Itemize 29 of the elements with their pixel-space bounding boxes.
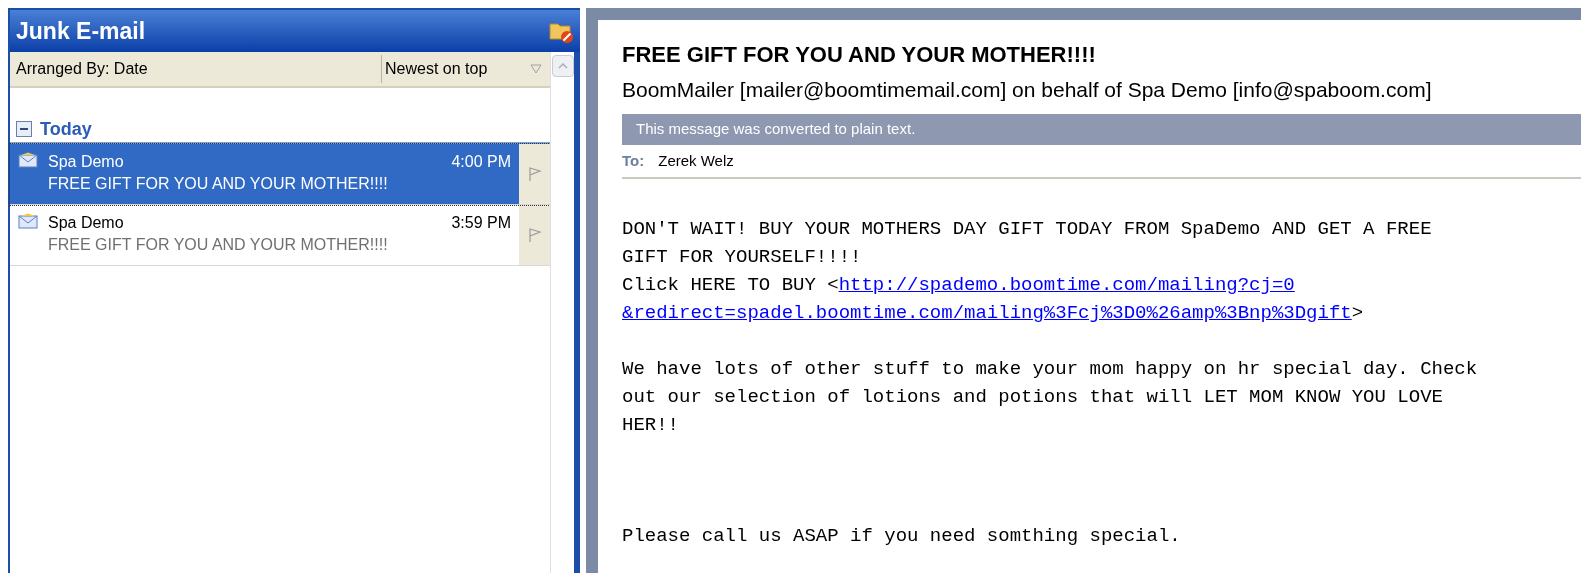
scroll-up-button[interactable] [551,55,574,77]
received-time: 3:59 PM [451,213,511,233]
flag-icon[interactable] [526,166,543,182]
subject-preview: FREE GIFT FOR YOU AND YOUR MOTHER!!!! [48,174,389,194]
body-paragraph: We have lots of other stuff to make your mom happy on hr special day. Check out our selection of lotions and potions that will LET MOM KNOW YOU LOVE HER!! [622,357,1479,438]
to-label: To: [622,150,645,171]
arrange-label[interactable]: Arranged By: Date [10,57,381,81]
collapse-toggle[interactable] [16,121,32,137]
info-bar: This message was converted to plain text. [622,114,1581,145]
flag-icon[interactable] [526,227,543,243]
body-link[interactable]: http://spademo.boomtime.com/mailing?cj=0 [838,274,1295,296]
subject-preview: FREE GIFT FOR YOU AND YOUR MOTHER!!!! [48,235,389,255]
envelope-icon [18,213,38,229]
sort-caret-icon [530,64,542,74]
message-sender: BoomMailer [mailer@boomtimemail.com] on behalf of Spa Demo [info@spaboom.com] [622,77,1433,103]
body-paragraph: Please call us ASAP if you need somthing special. [622,524,1182,549]
group-label: Today [40,117,92,141]
message-item[interactable]: Spa Demo 3:59 PM FREE GIFT FOR YOU AND YOUR MOTHER!!!! [10,205,550,266]
received-time: 4:00 PM [451,152,511,172]
message-subject: FREE GIFT FOR YOU AND YOUR MOTHER!!!! [622,41,1097,69]
sender-name: Spa Demo [48,213,124,233]
scrollbar[interactable] [550,52,574,573]
recipient-name: Zerek Welz [658,150,734,171]
envelope-icon [18,152,38,168]
message-item[interactable]: Spa Demo 4:00 PM FREE GIFT FOR YOU AND YOUR MOTHER!!!! [10,144,550,205]
body-link[interactable]: &redirect=spadel.boomtime.com/mailing%3Fcj%3D0%26amp%3Bnp%3Dgift [622,302,1352,324]
sender-name: Spa Demo [48,152,124,172]
folder-title: Junk E-mail [16,16,146,46]
body-paragraph: DON'T WAIT! BUY YOUR MOTHERS DAY GIFT TODAY FROM SpaDemo AND GET A FREE GIFT FOR YOURSELF!!!! Click HERE TO BUY <http://spademo.boomtime.com/mailing?cj=0 &redirect=spadel.boomtime.com/mailing%3Fcj%3D0%26amp%3Bnp%3Dgift> [622,217,1433,326]
